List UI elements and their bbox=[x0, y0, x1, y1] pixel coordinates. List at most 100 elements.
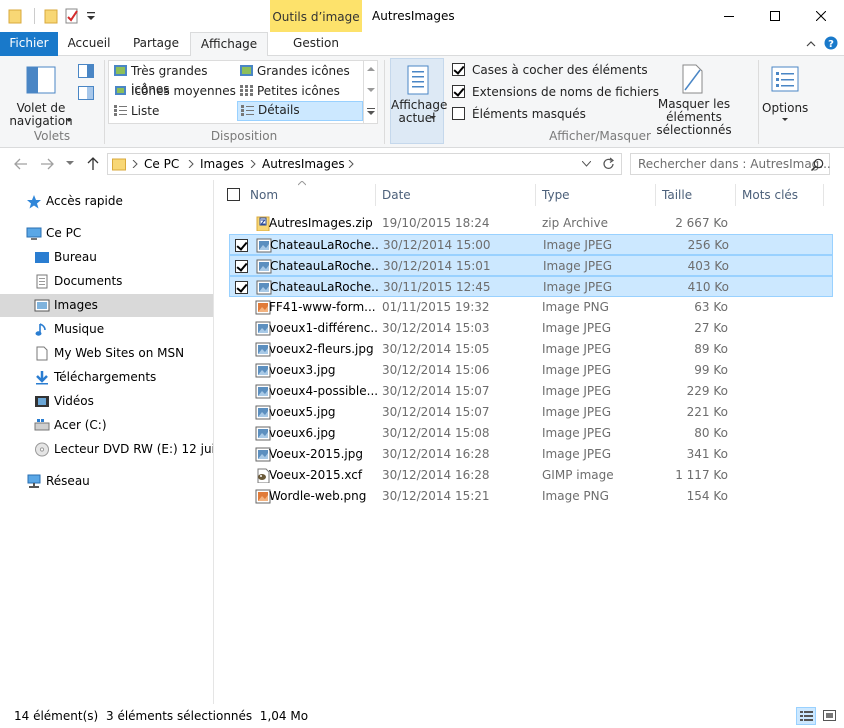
dvd-icon bbox=[35, 442, 49, 457]
table-row[interactable]: voeux5.jpg 30/12/2014 15:07 Image JPEG 221 … bbox=[229, 402, 833, 423]
group-separator bbox=[384, 60, 385, 144]
tab-partage[interactable]: Partage bbox=[124, 32, 188, 56]
breadcrumb-ce-pc[interactable]: Ce PC bbox=[144, 157, 179, 171]
nav-item-images[interactable]: Images bbox=[0, 294, 213, 317]
properties-icon[interactable] bbox=[64, 8, 80, 24]
column-separator[interactable] bbox=[375, 184, 376, 206]
back-arrow-icon[interactable] bbox=[14, 158, 28, 170]
item-checkboxes-toggle[interactable]: Cases à cocher des éléments bbox=[452, 61, 648, 79]
breadcrumb-images[interactable]: Images bbox=[200, 157, 244, 171]
nav-item-reseau[interactable]: Réseau bbox=[0, 470, 213, 493]
checkbox-label: Éléments masqués bbox=[472, 107, 586, 121]
layout-small-icons[interactable]: Petites icônes bbox=[237, 82, 363, 100]
minimize-button[interactable] bbox=[706, 0, 752, 32]
address-history-icon[interactable] bbox=[582, 161, 591, 167]
table-row[interactable]: voeux1-différenc... 30/12/2014 15:03 Image… bbox=[229, 318, 833, 339]
nav-item-bureau[interactable]: Bureau bbox=[0, 246, 213, 269]
column-separator[interactable] bbox=[735, 184, 736, 206]
table-row[interactable]: voeux3.jpg 30/12/2014 15:06 Image JPEG 99 K… bbox=[229, 360, 833, 381]
nav-item-ce-pc[interactable]: Ce PC bbox=[0, 222, 213, 245]
refresh-icon[interactable] bbox=[602, 157, 616, 171]
navigation-pane-button[interactable]: Volet de navigation bbox=[8, 60, 74, 128]
row-checkbox[interactable] bbox=[235, 281, 248, 294]
help-icon[interactable]: ? bbox=[824, 36, 838, 50]
file-date: 30/12/2014 15:08 bbox=[382, 426, 490, 440]
checkbox[interactable] bbox=[452, 63, 465, 76]
layout-extra-large-icons[interactable]: Très grandes icônes bbox=[111, 62, 237, 96]
tab-accueil[interactable]: Accueil bbox=[58, 32, 120, 56]
current-view-button[interactable]: Affichage actuel bbox=[390, 58, 447, 144]
layout-large-icons[interactable]: Grandes icônes bbox=[237, 62, 363, 80]
column-header-date[interactable]: Date bbox=[382, 180, 411, 210]
table-row[interactable]: FF41-www-form... 01/11/2015 19:32 Image PN… bbox=[229, 297, 833, 318]
hidden-items-toggle[interactable]: Éléments masqués bbox=[452, 105, 586, 123]
file-extensions-toggle[interactable]: Extensions de noms de fichiers bbox=[452, 83, 659, 101]
column-header-nom[interactable]: Nom bbox=[250, 180, 278, 210]
nav-item-acer-c[interactable]: Acer (C:) bbox=[0, 414, 213, 437]
column-separator[interactable] bbox=[655, 184, 656, 206]
tab-fichier[interactable]: Fichier bbox=[0, 32, 58, 56]
quick-access-separator bbox=[34, 8, 35, 24]
column-header-mots-cles[interactable]: Mots clés bbox=[742, 180, 798, 210]
search-icon[interactable] bbox=[811, 158, 824, 171]
new-folder-icon[interactable] bbox=[44, 8, 58, 24]
details-icon bbox=[241, 105, 254, 116]
customize-toolbar-icon[interactable] bbox=[86, 8, 96, 24]
preview-pane-icon[interactable] bbox=[78, 64, 94, 78]
forward-arrow-icon[interactable] bbox=[40, 158, 54, 170]
chevron-right-icon[interactable] bbox=[250, 160, 256, 168]
column-separator[interactable] bbox=[823, 184, 824, 206]
nav-item-musique[interactable]: Musique bbox=[0, 318, 213, 341]
details-pane-icon[interactable] bbox=[78, 86, 94, 100]
nav-item-videos[interactable]: Vidéos bbox=[0, 390, 213, 413]
chevron-right-icon[interactable] bbox=[188, 160, 194, 168]
collapse-ribbon-icon[interactable] bbox=[806, 40, 816, 48]
checkbox[interactable] bbox=[452, 85, 465, 98]
up-arrow-icon[interactable] bbox=[86, 157, 100, 171]
folder-icon[interactable] bbox=[8, 8, 22, 24]
table-row[interactable]: ChateauLaRoche... 30/12/2014 15:00 Image J… bbox=[229, 234, 833, 255]
column-separator[interactable] bbox=[535, 184, 536, 206]
layout-list[interactable]: Liste bbox=[111, 102, 237, 120]
details-view-button[interactable] bbox=[796, 707, 816, 725]
recent-locations-icon[interactable] bbox=[66, 161, 74, 167]
column-header-taille[interactable]: Taille bbox=[662, 180, 692, 210]
close-button[interactable] bbox=[798, 0, 844, 32]
search-box[interactable]: Rechercher dans : AutresImag... bbox=[630, 153, 831, 175]
layout-details[interactable]: Détails bbox=[237, 101, 363, 121]
large-icons-view-button[interactable] bbox=[820, 707, 840, 725]
table-row[interactable]: ChateauLaRoche... 30/11/2015 12:45 Image J… bbox=[229, 276, 833, 297]
file-type: Image JPEG bbox=[542, 384, 612, 398]
column-header-type[interactable]: Type bbox=[542, 180, 570, 210]
nav-item-documents[interactable]: Documents bbox=[0, 270, 213, 293]
select-all-checkbox[interactable] bbox=[227, 188, 240, 201]
file-type: Image JPEG bbox=[542, 426, 612, 440]
checkbox[interactable] bbox=[452, 107, 465, 120]
options-button[interactable]: Options bbox=[762, 60, 808, 126]
table-row[interactable]: voeux6.jpg 30/12/2014 15:08 Image JPEG 80 K… bbox=[229, 423, 833, 444]
nav-item-telechargements[interactable]: Téléchargements bbox=[0, 366, 213, 389]
nav-item-acces-rapide[interactable]: Accès rapide bbox=[0, 190, 213, 213]
table-row[interactable]: voeux4-possible.... 30/12/2014 15:07 Image… bbox=[229, 381, 833, 402]
table-row[interactable]: Z AutresImages.zip 19/10/2015 18:24 zip Arc… bbox=[229, 213, 833, 234]
breadcrumb-autresimages[interactable]: AutresImages bbox=[262, 157, 345, 171]
address-bar[interactable]: Ce PC Images AutresImages bbox=[107, 153, 622, 175]
table-row[interactable]: Voeux-2015.xcf 30/12/2014 16:28 GIMP image… bbox=[229, 465, 833, 486]
tab-gestion[interactable]: Gestion bbox=[272, 32, 360, 56]
table-row[interactable]: Voeux-2015.jpg 30/12/2014 16:28 Image JPEG… bbox=[229, 444, 833, 465]
maximize-button[interactable] bbox=[752, 0, 798, 32]
table-row[interactable]: Wordle-web.png 30/12/2014 15:21 Image PNG 1… bbox=[229, 486, 833, 507]
nav-item-my-web-sites[interactable]: My Web Sites on MSN bbox=[0, 342, 213, 365]
layout-medium-icons[interactable]: Icônes moyennes bbox=[111, 82, 237, 100]
layout-gallery-scroll[interactable] bbox=[363, 61, 377, 123]
web-page-icon bbox=[36, 346, 48, 361]
nav-item-dvd[interactable]: Lecteur DVD RW (E:) 12 juil. 20 bbox=[0, 438, 213, 461]
table-row[interactable]: ChateauLaRoche... 30/12/2014 15:01 Image J… bbox=[229, 255, 833, 276]
table-row[interactable]: voeux2-fleurs.jpg 30/12/2014 15:05 Image J… bbox=[229, 339, 833, 360]
hide-selected-button[interactable]: Masquer les éléments sélectionnés bbox=[634, 60, 754, 137]
tab-affichage[interactable]: Affichage bbox=[190, 32, 268, 57]
row-checkbox[interactable] bbox=[235, 260, 248, 273]
row-checkbox[interactable] bbox=[235, 239, 248, 252]
chevron-right-icon[interactable] bbox=[348, 160, 354, 168]
chevron-right-icon[interactable] bbox=[132, 160, 138, 168]
